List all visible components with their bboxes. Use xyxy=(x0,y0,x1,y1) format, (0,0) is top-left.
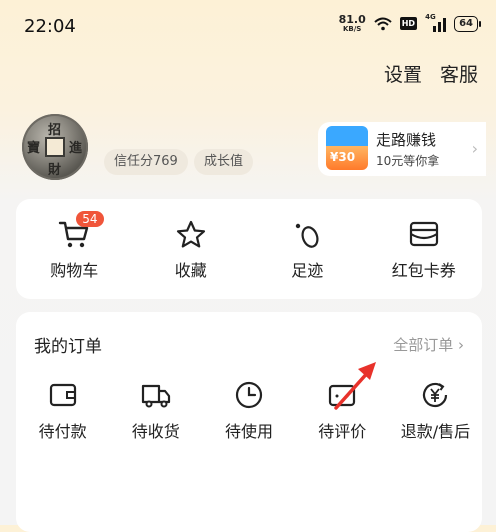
quick-item-label: 收藏 xyxy=(174,261,207,280)
quick-item-label: 红包卡券 xyxy=(391,261,456,280)
status-bar: 22:04 81.0 KB/S HD 4G 64 xyxy=(0,0,496,52)
cart-count-badge: 54 xyxy=(76,211,104,227)
quick-item-coupons[interactable]: 红包卡券 xyxy=(366,217,483,281)
quick-access-card: 54 购物车 收藏 足迹 红包卡券 xyxy=(16,199,482,299)
truck-icon xyxy=(141,384,170,408)
chevron-right-icon: › xyxy=(458,336,464,354)
network-speed: 81.0 KB/S xyxy=(338,13,366,33)
settings-link[interactable]: 设置 xyxy=(384,60,422,87)
avatar-char: 財 xyxy=(48,163,62,178)
avatar[interactable]: 招 進 財 寶 xyxy=(22,114,88,180)
order-pending-receipt[interactable]: 待收货 xyxy=(109,378,202,442)
order-item-label: 待评价 xyxy=(318,422,367,441)
clock-icon xyxy=(235,381,263,409)
order-refund-aftersale[interactable]: 退款/售后 xyxy=(389,378,482,442)
wallet-icon xyxy=(49,383,76,407)
coin-hole xyxy=(45,137,65,157)
hd-icon: HD xyxy=(399,17,418,30)
growth-value-badge[interactable]: 成长值 xyxy=(194,149,254,175)
signal-icon: 4G xyxy=(425,13,447,32)
star-icon xyxy=(176,220,205,248)
order-item-label: 待付款 xyxy=(38,422,87,441)
avatar-char: 寶 xyxy=(27,141,41,156)
quick-item-footprints[interactable]: 足迹 xyxy=(249,217,366,281)
promo-subtitle: 10元等你拿 xyxy=(376,154,440,168)
quick-item-favorites[interactable]: 收藏 xyxy=(133,217,250,281)
quick-item-label: 购物车 xyxy=(50,261,99,280)
walk-earn-promo[interactable]: ¥30 走路赚钱 10元等你拿 › xyxy=(318,122,486,176)
chevron-right-icon: › xyxy=(471,139,478,158)
customer-service-link[interactable]: 客服 xyxy=(440,60,478,87)
promo-image: ¥30 xyxy=(326,126,368,170)
wallet-card-icon xyxy=(409,221,438,247)
quick-item-label: 足迹 xyxy=(291,261,324,280)
top-links: 设置 客服 xyxy=(384,60,478,87)
footprint-icon xyxy=(296,223,319,248)
order-item-label: 待收货 xyxy=(131,422,180,441)
wifi-icon xyxy=(374,17,392,30)
all-orders-link[interactable]: 全部订单 › xyxy=(393,334,464,355)
order-item-label: 退款/售后 xyxy=(400,422,471,441)
order-pending-use[interactable]: 待使用 xyxy=(202,378,295,442)
order-pending-review[interactable]: 待评价 xyxy=(296,378,389,442)
credit-score-badge[interactable]: 信任分769 xyxy=(104,149,188,175)
promo-title: 走路赚钱 xyxy=(376,131,437,149)
avatar-char: 招 xyxy=(48,123,62,138)
quick-item-cart[interactable]: 54 购物车 xyxy=(16,211,133,281)
review-icon xyxy=(329,384,356,407)
order-pending-payment[interactable]: 待付款 xyxy=(16,378,109,442)
status-time: 22:04 xyxy=(24,16,76,37)
order-item-label: 待使用 xyxy=(225,422,274,441)
avatar-char: 進 xyxy=(69,141,83,156)
refund-yen-icon xyxy=(423,382,448,408)
orders-card: 我的订单 全部订单 › 待付款 待收货 待使用 待评价 退款/售后 xyxy=(16,312,482,532)
battery-icon: 64 xyxy=(454,15,481,32)
status-icons: 81.0 KB/S HD 4G 64 xyxy=(338,13,481,33)
orders-grid: 待付款 待收货 待使用 待评价 退款/售后 xyxy=(16,378,482,442)
orders-title: 我的订单 xyxy=(34,337,102,357)
quick-access-grid: 54 购物车 收藏 足迹 红包卡券 xyxy=(16,211,483,281)
